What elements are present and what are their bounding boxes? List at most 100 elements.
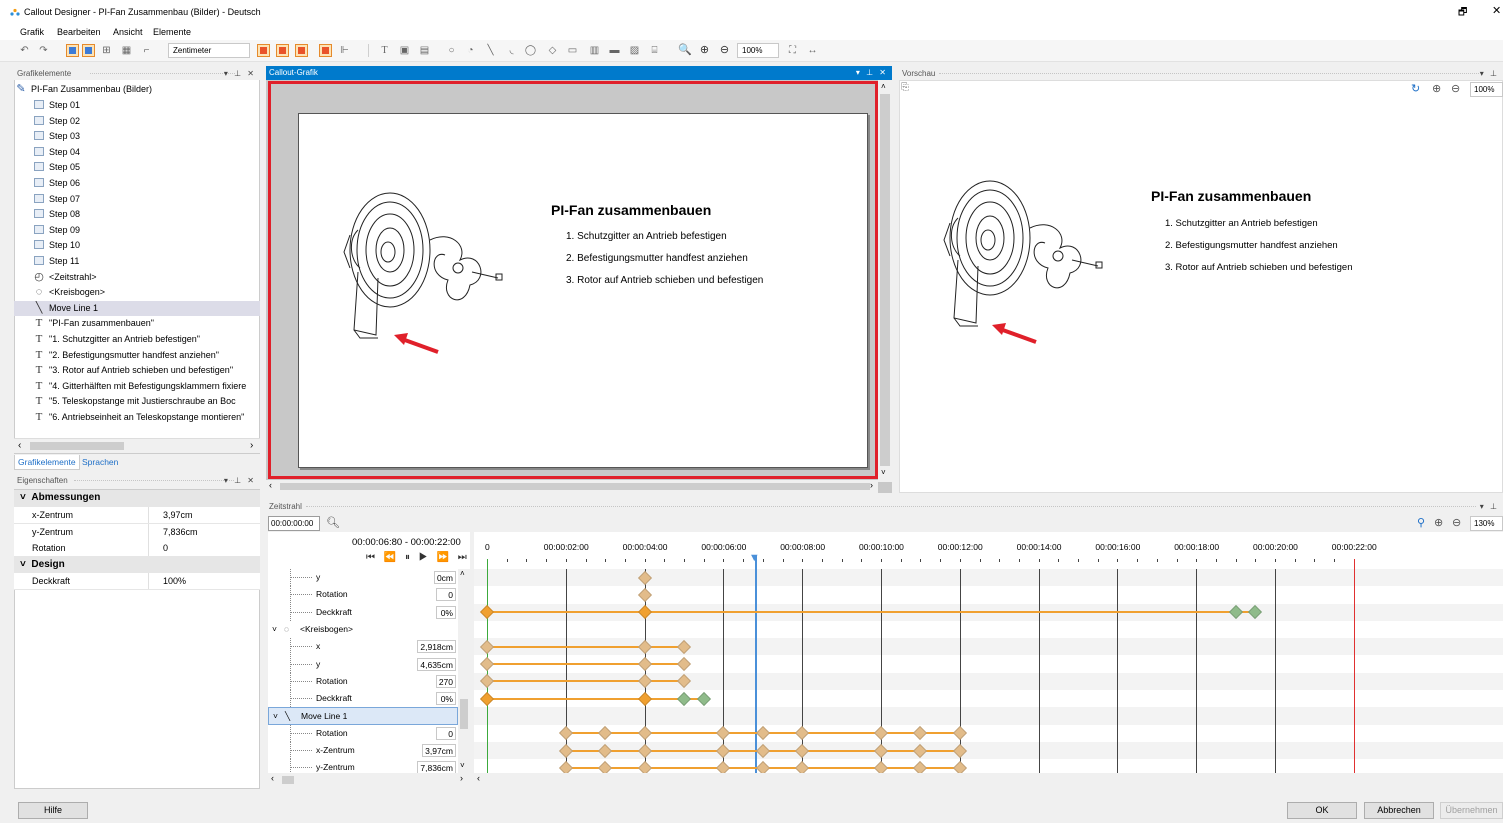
zoom-out-icon[interactable]: ⊖ — [718, 44, 731, 57]
ruler-icon[interactable]: ⌐ — [140, 44, 153, 57]
curve-tool-icon[interactable]: ◟ — [505, 44, 518, 57]
close-icon[interactable]: ✕ — [1492, 4, 1501, 17]
diamond-tool-icon[interactable]: ◇ — [546, 44, 559, 57]
track-row[interactable]: ˅ ╲ Move Line 1 — [268, 707, 458, 725]
category-abmessungen[interactable]: ˅ Abmessungen — [14, 490, 260, 507]
tree-item[interactable]: T "4. Gitterhälften mit Befestigungsklamm… — [14, 379, 260, 395]
track-value-field[interactable]: 0 — [436, 726, 456, 740]
track-value-field[interactable]: 0% — [436, 692, 456, 706]
tree-hscrollbar[interactable]: ‹ › — [14, 438, 260, 453]
canvas-hscrollbar[interactable]: ‹ › — [266, 480, 878, 493]
track-value-field[interactable]: 270 — [435, 674, 456, 688]
line-tool-icon[interactable]: ╲ — [484, 44, 497, 57]
track-row[interactable]: ˅ ◌ <Kreisbogen> — [268, 621, 470, 638]
time-input[interactable]: 00:00:00:00 — [268, 516, 320, 531]
track-row[interactable]: y 4,635cm — [268, 655, 470, 673]
unit-dropdown[interactable]: Zentimeter — [168, 43, 250, 58]
panel-pin-icon[interactable]: ▾ ⊥ ✕ — [224, 67, 256, 80]
zoom-in-icon[interactable]: ⊕ — [698, 44, 711, 57]
tree-item[interactable]: ◴ <Zeitstrahl> — [14, 270, 260, 286]
distribute-icon[interactable]: ⊩ — [338, 44, 351, 57]
timeline-zoom-out-icon[interactable]: ⊖ — [1452, 516, 1461, 529]
track-row[interactable]: x-Zentrum 3,97cm — [268, 742, 470, 759]
tracks-hscrollbar[interactable]: ‹ › — [268, 773, 470, 787]
align-icon[interactable]: ⊞ — [100, 44, 113, 57]
expand-icon[interactable]: ˅ — [273, 708, 278, 725]
prop-row[interactable]: y-Zentrum 7,836cm — [14, 524, 260, 541]
text-tool-icon[interactable]: T — [378, 44, 391, 57]
undo-icon[interactable]: ↶ — [18, 44, 31, 57]
playback-controls[interactable]: ⏮ ⏪ ⏸ ▶ ⏩ ⏭ — [366, 552, 470, 563]
layer-front-icon[interactable] — [257, 44, 270, 57]
tree-item[interactable]: Step 10 — [14, 238, 260, 254]
file-tool-icon[interactable]: ▤ — [418, 44, 431, 57]
barcode-tool-icon[interactable]: ▥ — [588, 44, 601, 57]
tab-grafikelemente[interactable]: Grafikelemente — [14, 455, 80, 470]
scroll-thumb[interactable] — [280, 483, 870, 490]
prop-row[interactable]: x-Zentrum 3,97cm — [14, 507, 260, 524]
arc-tool-icon[interactable]: ◔ — [464, 44, 477, 57]
panel-pin-icon[interactable]: ▾ ⊥ ✕ — [856, 66, 888, 80]
tree-item[interactable]: Step 08 — [14, 207, 260, 223]
prop-value[interactable]: 3,97cm — [148, 507, 193, 523]
restore-icon[interactable]: 🗗 — [1458, 5, 1467, 22]
tree-item[interactable]: Step 04 — [14, 145, 260, 161]
track-row[interactable]: Rotation 0 — [268, 724, 470, 742]
snap-grid-icon[interactable] — [66, 44, 79, 57]
tree-item[interactable]: T "3. Rotor auf Antrieb schieben und befe… — [14, 363, 260, 379]
tree-item[interactable]: Step 02 — [14, 114, 260, 130]
layer-backward-icon[interactable] — [295, 44, 308, 57]
rectangle-tool-icon[interactable]: ▭ — [566, 44, 579, 57]
end-marker[interactable] — [1353, 559, 1355, 773]
image-tool-icon[interactable]: ▣ — [398, 44, 411, 57]
tree-item[interactable]: Step 11 — [14, 254, 260, 270]
category-design[interactable]: ˅ Design — [14, 557, 260, 574]
track-value-field[interactable]: 0% — [436, 605, 456, 619]
refresh-icon[interactable]: ↻ — [1411, 82, 1420, 95]
track-row[interactable]: Deckkraft 0% — [268, 690, 470, 708]
tree-item[interactable]: T "1. Schutzgitter an Antrieb befestigen" — [14, 332, 260, 348]
tracks-vscrollbar[interactable]: ˄ ˅ — [458, 569, 470, 773]
callout-step-1[interactable]: 1. Schutzgitter an Antrieb befestigen — [566, 231, 727, 242]
scroll-thumb[interactable] — [460, 699, 468, 729]
scroll-thumb[interactable] — [30, 442, 124, 450]
fit-width-icon[interactable]: ↔ — [806, 44, 819, 57]
layer-back-icon[interactable] — [319, 44, 332, 57]
tree-item[interactable]: ◌ <Kreisbogen> — [14, 285, 260, 301]
panel-pin-icon[interactable]: ▾ ⊥ ✕ — [224, 474, 256, 487]
callout-heading[interactable]: PI-Fan zusammenbauen — [551, 202, 711, 218]
prop-value[interactable]: 100% — [148, 573, 186, 589]
marker-icon[interactable]: ⚲ — [1417, 516, 1425, 529]
callout-step-3[interactable]: 3. Rotor auf Antrieb schieben und befest… — [566, 275, 763, 286]
tree-item[interactable]: T "6. Antriebseinheit an Teleskopstange m… — [14, 410, 260, 426]
cancel-button[interactable]: Abbrechen — [1364, 802, 1434, 819]
tree-item[interactable]: Step 07 — [14, 192, 260, 208]
menu-grafik[interactable]: Grafik — [20, 27, 44, 37]
track-value-field[interactable]: 2,918cm — [417, 640, 456, 654]
ok-button[interactable]: OK — [1287, 802, 1357, 819]
grid-icon[interactable]: ▦ — [120, 44, 133, 57]
prop-value[interactable]: 0 — [148, 540, 168, 556]
tree-item[interactable]: T "2. Befestigungsmutter handfest anziehe… — [14, 348, 260, 364]
canvas-vscrollbar[interactable]: ˄ ˅ — [878, 80, 892, 482]
scroll-thumb[interactable] — [282, 776, 294, 784]
panel-pin-icon[interactable]: ▾ ⊥ — [1480, 500, 1499, 513]
track-row[interactable]: Rotation 270 — [268, 672, 470, 690]
timeline-zoom-dropdown[interactable]: 130% — [1470, 516, 1503, 531]
track-value-field[interactable]: 4,635cm — [417, 657, 456, 671]
menu-elemente[interactable]: Elemente — [153, 27, 191, 37]
tree-item[interactable]: Step 06 — [14, 176, 260, 192]
search-icon[interactable]: 🔍︎ — [326, 516, 340, 529]
ellipse-tool-icon[interactable]: ◯ — [524, 44, 537, 57]
red-arrow-icon[interactable] — [392, 331, 442, 356]
prop-row[interactable]: Rotation 0 — [14, 540, 260, 557]
timeline-hscrollbar[interactable]: ‹ — [474, 773, 1503, 787]
apply-button[interactable]: Übernehmen — [1440, 802, 1503, 819]
playhead-handle-icon[interactable]: ▼ — [749, 553, 760, 564]
tree-item[interactable]: ╲ Move Line 1 — [14, 300, 260, 317]
prop-row[interactable]: Deckkraft 100% — [14, 573, 260, 590]
tree-item[interactable]: Step 03 — [14, 129, 260, 145]
menu-bearbeiten[interactable]: Bearbeiten — [57, 27, 101, 37]
tree-item[interactable]: Step 09 — [14, 223, 260, 239]
track-value-field[interactable]: 3,97cm — [422, 744, 456, 757]
